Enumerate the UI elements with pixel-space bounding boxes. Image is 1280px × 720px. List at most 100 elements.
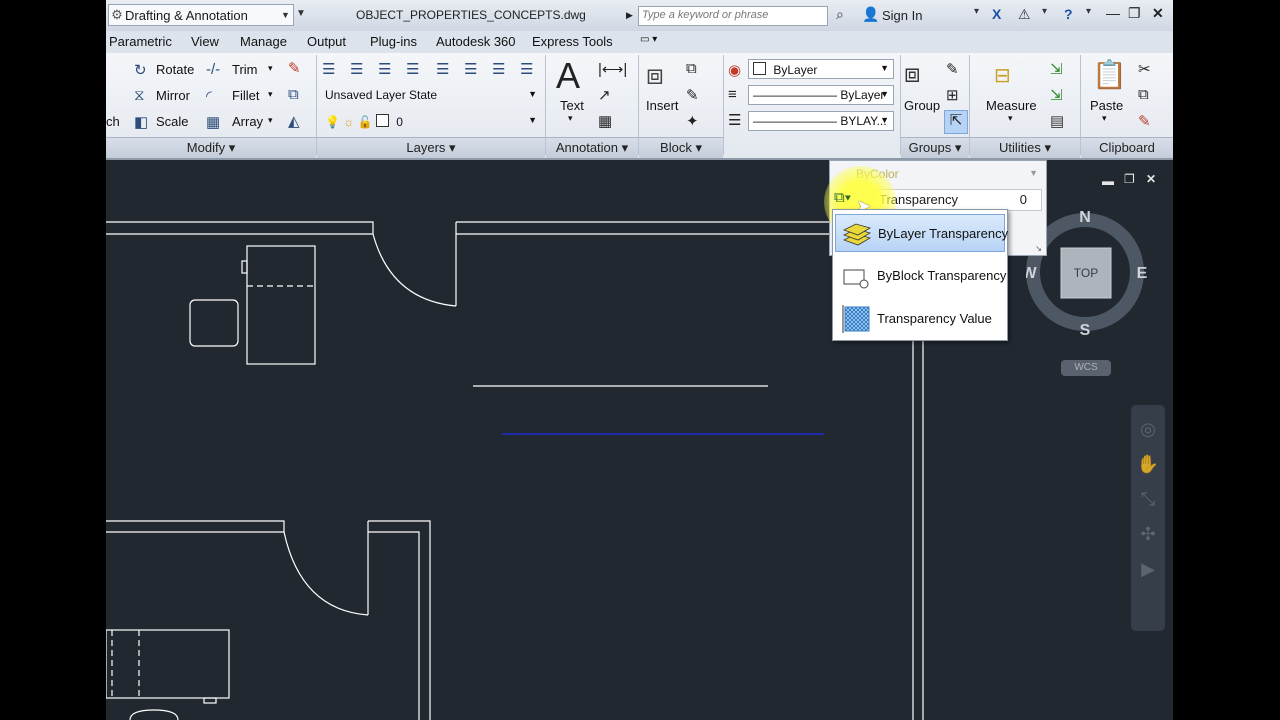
lineweight-icon[interactable]: ≡ (728, 86, 737, 103)
calculator-icon[interactable]: ▤ (1050, 112, 1064, 130)
linetype-icon[interactable]: ☰ (728, 111, 741, 129)
steering-wheel-icon[interactable]: ◎ (1131, 419, 1165, 440)
layer-properties-icon[interactable]: ☰ (322, 60, 335, 78)
erase-icon[interactable]: ✎ (288, 59, 301, 77)
restore-window-icon[interactable]: ❐ (1128, 5, 1141, 22)
dimension-icon[interactable]: |⟷| (598, 60, 627, 78)
ungroup-icon[interactable]: ✎ (946, 60, 959, 78)
block-panel-title[interactable]: Block ▾ (639, 137, 723, 158)
workspace-selector[interactable]: ⚙ Drafting & Annotation ▼ (108, 4, 294, 26)
table-icon[interactable]: ▦ (598, 112, 612, 130)
help-icon[interactable]: ? (1064, 6, 1073, 22)
modify-panel-title[interactable]: Modify ▾ (106, 137, 316, 158)
utilities-panel-title[interactable]: Utilities ▾ (970, 137, 1080, 158)
tab-plug-ins[interactable]: Plug-ins (370, 34, 417, 49)
select-all-icon[interactable]: ⇲ (1050, 86, 1063, 104)
text-button[interactable]: Text (560, 98, 584, 113)
panel-launcher-icon[interactable]: ↘ (1035, 244, 1042, 253)
viewport-close-icon[interactable]: ✕ (1146, 172, 1156, 186)
group-edit-icon[interactable]: ⊞ (946, 86, 959, 104)
group-selection-icon[interactable]: ⇱ (944, 110, 968, 134)
linetype-dropdown[interactable]: ——————— ByLayer ▼ (748, 85, 894, 105)
search-input[interactable]: Type a keyword or phrase (638, 6, 828, 26)
layer-icon[interactable]: ☰ (436, 60, 449, 78)
chevron-down-icon[interactable]: ▾ (268, 63, 273, 74)
minimize-window-icon[interactable]: — (1106, 5, 1120, 21)
clipboard-panel-title[interactable]: Clipboard (1081, 137, 1173, 158)
chevron-down-icon[interactable]: ▾ (1042, 6, 1047, 17)
edit-block-icon[interactable]: ✎ (686, 86, 699, 104)
layer-dropdown[interactable]: 💡 ☼ 🔓 0 ▼ (320, 111, 542, 131)
insert-button[interactable]: Insert (646, 98, 679, 113)
layer-icon[interactable]: ☰ (378, 60, 391, 78)
layer-icon[interactable]: ☰ (406, 60, 419, 78)
layer-icon[interactable]: ☰ (520, 60, 533, 78)
menu-item-bylayer-transparency[interactable]: ByLayer Transparency (835, 214, 1008, 252)
user-icon[interactable]: 👤 (862, 6, 879, 23)
compass-west[interactable]: W (1026, 265, 1037, 282)
lineweight-dropdown[interactable]: ——————— BYLAY... ▼ (748, 111, 894, 131)
array-button[interactable]: Array (232, 114, 263, 129)
layers-panel-title[interactable]: Layers ▾ (317, 137, 545, 158)
tab-view[interactable]: View (191, 34, 219, 49)
wcs-menu[interactable]: WCS (1061, 360, 1111, 376)
orbit-icon[interactable]: ✣ (1131, 524, 1165, 545)
showmotion-icon[interactable]: ▶ (1131, 559, 1165, 580)
zoom-icon[interactable]: ⤡ (1131, 489, 1165, 510)
trim-button[interactable]: Trim (232, 62, 258, 77)
compass-north[interactable]: N (1079, 209, 1091, 226)
pan-icon[interactable]: ✋ (1131, 454, 1165, 475)
scale-button[interactable]: Scale (156, 114, 189, 129)
tab-express-tools[interactable]: Express Tools (532, 34, 613, 49)
autodesk-apps-icon[interactable]: ⚠ (1018, 6, 1031, 23)
search-expand-icon[interactable]: ▶ (626, 10, 633, 21)
annotation-panel-title[interactable]: Annotation ▾ (546, 137, 638, 158)
group-button[interactable]: Group (904, 98, 940, 113)
viewport-minimize-icon[interactable]: ▬ (1102, 174, 1114, 188)
tab-manage[interactable]: Manage (240, 34, 287, 49)
groups-panel-title[interactable]: Groups ▾ (901, 137, 969, 158)
quick-select-icon[interactable]: ⇲ (1050, 60, 1063, 78)
match-properties-icon[interactable]: ✎ (1138, 112, 1151, 130)
rotate-button[interactable]: Rotate (156, 62, 194, 77)
mirror-button[interactable]: Mirror (156, 88, 190, 103)
layer-state-dropdown[interactable]: Unsaved Layer State ▼ (320, 85, 542, 105)
offset-icon[interactable]: ◭ (288, 112, 300, 130)
chevron-down-icon[interactable]: ▾ (568, 113, 573, 124)
color-wheel-icon[interactable]: ◉ (728, 61, 741, 79)
viewport-restore-icon[interactable]: ❐ (1124, 172, 1135, 186)
chevron-down-icon[interactable]: ▾ (1086, 6, 1091, 17)
measure-button[interactable]: Measure (986, 98, 1037, 113)
menu-item-byblock-transparency[interactable]: ByBlock Transparency (835, 257, 1006, 295)
binoculars-icon[interactable]: ⌕ (836, 6, 844, 23)
attribute-icon[interactable]: ✦ (686, 112, 699, 130)
chevron-down-icon[interactable]: ▾ (974, 6, 979, 17)
tab-autodesk-360[interactable]: Autodesk 360 (436, 34, 516, 49)
sign-in-link[interactable]: Sign In (882, 8, 922, 23)
cut-icon[interactable]: ✂ (1138, 60, 1151, 78)
chevron-down-icon[interactable]: ▾ (1008, 113, 1013, 124)
copy-clip-icon[interactable]: ⧉ (1138, 86, 1149, 103)
layer-icon[interactable]: ☰ (350, 60, 363, 78)
quick-access-dropdown-icon[interactable]: ▼ (296, 8, 306, 19)
paste-button[interactable]: Paste (1090, 98, 1123, 113)
chevron-down-icon[interactable]: ▾ (268, 89, 273, 100)
color-dropdown[interactable]: ByLayer ▼ (748, 59, 894, 79)
compass-south[interactable]: S (1080, 322, 1091, 339)
tab-output[interactable]: Output (307, 34, 346, 49)
stretch-label[interactable]: ch (106, 114, 120, 129)
create-block-icon[interactable]: ⧉ (686, 60, 697, 77)
tab-overflow-icon[interactable]: ▭ ▾ (640, 34, 657, 45)
layer-icon[interactable]: ☰ (492, 60, 505, 78)
copy-icon[interactable]: ⧉ (288, 86, 299, 103)
menu-item-transparency-value[interactable]: Transparency Value (835, 300, 1005, 338)
leader-icon[interactable]: ↗ (598, 86, 611, 104)
tab-parametric[interactable]: Parametric (109, 34, 172, 49)
close-window-icon[interactable]: ✕ (1152, 5, 1164, 22)
chevron-down-icon[interactable]: ▾ (1102, 113, 1107, 124)
transparency-field[interactable]: Transparency 0 (874, 189, 1042, 211)
layer-icon[interactable]: ☰ (464, 60, 477, 78)
compass-east[interactable]: E (1137, 265, 1148, 282)
exchange-icon[interactable]: X (992, 6, 1001, 22)
chevron-down-icon[interactable]: ▾ (268, 115, 273, 126)
